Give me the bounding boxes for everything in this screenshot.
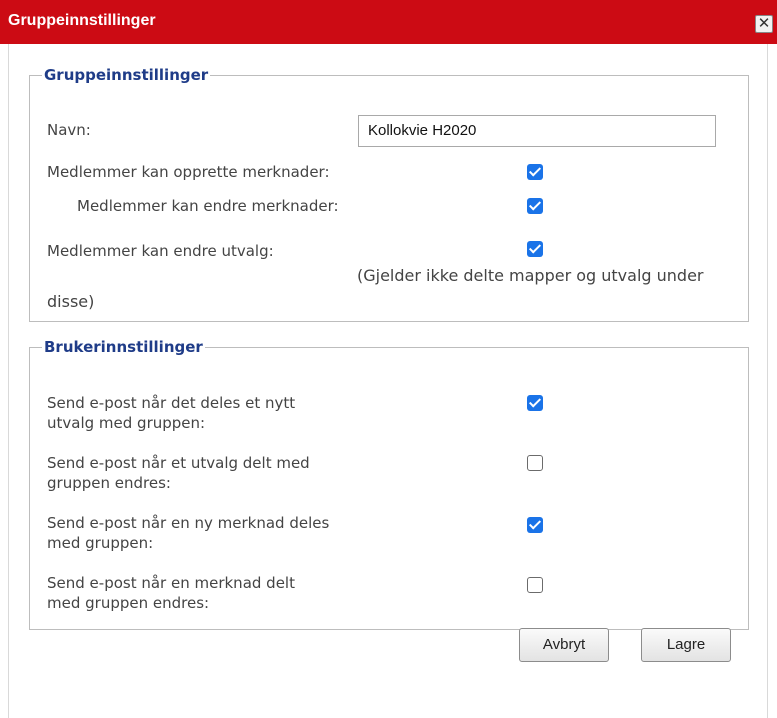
notify-note-changed-line1: Send e-post når en merknad delt bbox=[47, 574, 295, 592]
edit-notes-label: Medlemmer kan endre merknader: bbox=[77, 197, 339, 215]
save-button[interactable]: Lagre bbox=[641, 628, 731, 662]
notify-note-changed-line2: med gruppen endres: bbox=[47, 594, 210, 612]
notify-new-selection-label: Send e-post når det deles et nytt utvalg… bbox=[47, 393, 367, 433]
notify-new-note-label: Send e-post når en ny merknad deles med … bbox=[47, 513, 367, 553]
notify-selection-changed-line1: Send e-post når et utvalg delt med bbox=[47, 454, 310, 472]
notify-new-note-checkbox[interactable] bbox=[527, 517, 543, 533]
selections-note-line2: disse) bbox=[47, 292, 95, 311]
notify-new-selection-line1: Send e-post når det deles et nytt bbox=[47, 394, 296, 412]
selections-note-line1: (Gjelder ikke delte mapper og utvalg und… bbox=[357, 266, 704, 285]
edit-selections-label: Medlemmer kan endre utvalg: bbox=[47, 242, 274, 260]
notify-selection-changed-label: Send e-post når et utvalg delt med grupp… bbox=[47, 453, 367, 493]
create-notes-label: Medlemmer kan opprette merknader: bbox=[47, 163, 330, 181]
name-label: Navn: bbox=[47, 121, 91, 139]
cancel-button[interactable]: Avbryt bbox=[519, 628, 609, 662]
notify-new-selection-line2: utvalg med gruppen: bbox=[47, 414, 206, 432]
notify-note-changed-checkbox[interactable] bbox=[527, 577, 543, 593]
group-settings-legend: Gruppeinnstillinger bbox=[44, 66, 209, 84]
user-settings-fieldset: Brukerinnstillinger Send e-post når det … bbox=[29, 338, 749, 630]
close-icon: ✕ bbox=[757, 14, 771, 32]
edit-selections-checkbox[interactable] bbox=[527, 241, 543, 257]
notify-new-note-line1: Send e-post når en ny merknad deles bbox=[47, 514, 330, 532]
user-settings-legend: Brukerinnstillinger bbox=[44, 338, 203, 356]
close-button[interactable]: ✕ bbox=[755, 14, 773, 33]
notify-selection-changed-line2: gruppen endres: bbox=[47, 474, 171, 492]
group-settings-fieldset: Gruppeinnstillinger Navn: Kollokvie H202… bbox=[29, 66, 749, 322]
dialog-titlebar: Gruppeinnstillinger ✕ bbox=[0, 0, 777, 44]
edit-notes-checkbox[interactable] bbox=[527, 198, 543, 214]
name-input[interactable]: Kollokvie H2020 bbox=[358, 115, 716, 147]
notify-note-changed-label: Send e-post når en merknad delt med grup… bbox=[47, 573, 367, 613]
notify-new-selection-checkbox[interactable] bbox=[527, 395, 543, 411]
notify-selection-changed-checkbox[interactable] bbox=[527, 455, 543, 471]
dialog-body: Gruppeinnstillinger Navn: Kollokvie H202… bbox=[8, 44, 768, 718]
create-notes-checkbox[interactable] bbox=[527, 164, 543, 180]
notify-new-note-line2: med gruppen: bbox=[47, 534, 154, 552]
dialog-title: Gruppeinnstillinger bbox=[8, 12, 156, 29]
